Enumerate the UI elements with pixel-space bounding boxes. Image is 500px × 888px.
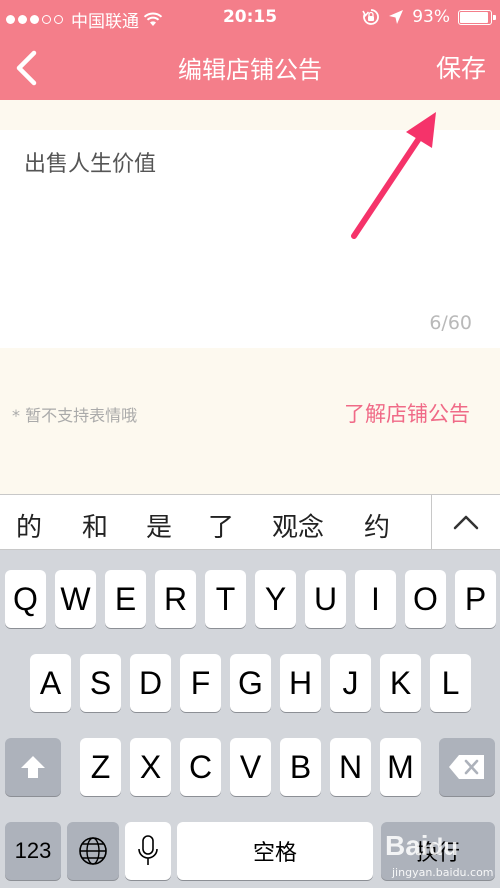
globe-icon xyxy=(79,837,107,865)
location-arrow-icon xyxy=(389,10,404,24)
key-n[interactable]: N xyxy=(330,738,371,796)
expand-candidates-button[interactable] xyxy=(432,495,500,549)
status-right: 93% xyxy=(362,7,496,27)
key-f[interactable]: F xyxy=(180,654,221,712)
key-v[interactable]: V xyxy=(230,738,271,796)
key-z[interactable]: Z xyxy=(80,738,121,796)
page-title: 编辑店铺公告 xyxy=(178,56,322,84)
key-x[interactable]: X xyxy=(130,738,171,796)
candidate-word[interactable]: 观念 xyxy=(272,507,324,544)
announcement-text[interactable]: 出售人生价值 xyxy=(24,146,156,178)
key-r[interactable]: R xyxy=(155,570,196,628)
emoji-not-supported-note: * 暂不支持表情哦 xyxy=(12,406,138,425)
save-button[interactable]: 保存 xyxy=(436,49,486,85)
status-bar: 中国联通 20:15 93% xyxy=(0,0,500,34)
key-w[interactable]: W xyxy=(55,570,96,628)
key-h[interactable]: H xyxy=(280,654,321,712)
key-u[interactable]: U xyxy=(305,570,346,628)
numbers-key[interactable]: 123 xyxy=(5,822,61,880)
candidate-word[interactable]: 的 xyxy=(16,507,42,544)
delete-key[interactable] xyxy=(439,738,495,796)
key-m[interactable]: M xyxy=(380,738,421,796)
candidate-word[interactable]: 是 xyxy=(146,507,172,544)
annotation-arrow-icon xyxy=(351,112,436,239)
key-s[interactable]: S xyxy=(80,654,121,712)
globe-key[interactable] xyxy=(67,822,119,880)
char-counter: 6/60 xyxy=(429,312,472,334)
microphone-icon xyxy=(138,835,158,865)
candidate-word[interactable]: 了 xyxy=(208,507,234,544)
key-k[interactable]: K xyxy=(380,654,421,712)
key-e[interactable]: E xyxy=(105,570,146,628)
watermark-logo: Baidu xyxy=(385,830,458,861)
candidate-word[interactable]: 和 xyxy=(82,507,108,544)
key-g[interactable]: G xyxy=(230,654,271,712)
key-l[interactable]: L xyxy=(430,654,471,712)
key-d[interactable]: D xyxy=(130,654,171,712)
key-i[interactable]: I xyxy=(355,570,396,628)
dictation-key[interactable] xyxy=(125,822,171,880)
rotation-lock-icon xyxy=(362,9,380,25)
key-q[interactable]: Q xyxy=(5,570,46,628)
space-key[interactable]: 空格 xyxy=(177,822,373,880)
learn-announcement-link[interactable]: 了解店铺公告 xyxy=(344,398,470,428)
candidate-bar: 的 和 是 了 观念 约 xyxy=(0,494,500,550)
battery-icon xyxy=(458,9,496,25)
key-a[interactable]: A xyxy=(30,654,71,712)
key-o[interactable]: O xyxy=(405,570,446,628)
shift-key[interactable] xyxy=(5,738,61,796)
key-b[interactable]: B xyxy=(280,738,321,796)
key-p[interactable]: P xyxy=(455,570,496,628)
watermark-url: jingyan.baidu.com xyxy=(392,866,494,879)
key-y[interactable]: Y xyxy=(255,570,296,628)
shift-icon xyxy=(21,756,45,778)
key-j[interactable]: J xyxy=(330,654,371,712)
candidate-word[interactable]: 约 xyxy=(364,507,390,544)
key-c[interactable]: C xyxy=(180,738,221,796)
nav-bar: 编辑店铺公告 保存 xyxy=(0,34,500,100)
battery-percent: 93% xyxy=(412,7,450,27)
key-t[interactable]: T xyxy=(205,570,246,628)
backspace-icon xyxy=(449,755,484,779)
